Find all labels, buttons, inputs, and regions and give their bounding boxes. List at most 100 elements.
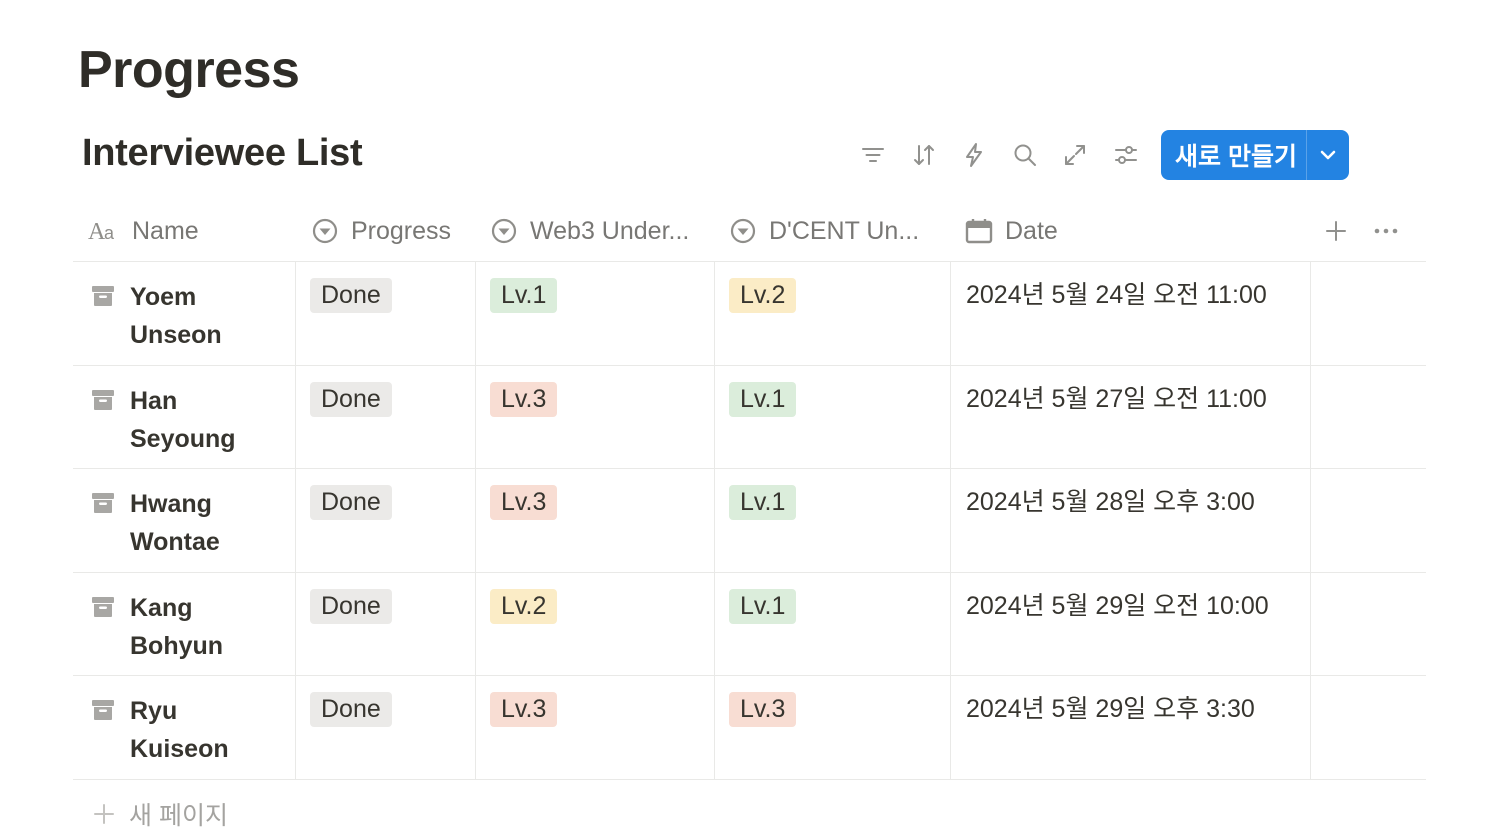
row-name-line: Ryu — [130, 697, 178, 726]
date-value[interactable]: 2024년 5월 29일 오전 10:00 — [966, 589, 1269, 624]
add-column-button[interactable] — [1324, 200, 1360, 262]
dcent-level-tag[interactable]: Lv.1 — [729, 381, 797, 417]
progress-tag[interactable]: Done — [310, 381, 392, 417]
dcent-level-tag[interactable]: Lv.3 — [729, 692, 797, 728]
column-label: Name — [132, 216, 199, 245]
progress-tag[interactable]: Done — [310, 485, 392, 521]
column-divider — [295, 676, 296, 779]
name-cell[interactable]: Ryu Kuiseon — [73, 676, 295, 779]
column-divider — [950, 572, 951, 676]
column-label: Web3 Under... — [530, 216, 690, 245]
database-table: Aa Name Progress Web3 Under... D'CENT Un… — [73, 200, 1426, 780]
column-divider — [714, 469, 715, 572]
chevron-down-icon[interactable] — [1307, 144, 1349, 166]
progress-tag[interactable]: Done — [310, 692, 392, 728]
row-name: Yoem Unseon — [130, 278, 222, 365]
row-name-line: Kang — [130, 593, 193, 622]
date-value[interactable]: 2024년 5월 29일 오후 3:30 — [966, 692, 1255, 727]
search-icon[interactable] — [1004, 134, 1046, 176]
date-value[interactable]: 2024년 5월 27일 오전 11:00 — [966, 382, 1267, 417]
table-row[interactable]: Kang Bohyun Done Lv.2 Lv.1 2024년 5월 29일 … — [73, 572, 1426, 677]
progress-tag[interactable]: Done — [310, 588, 392, 624]
column-divider — [475, 572, 476, 676]
archive-box-icon — [92, 700, 114, 721]
sort-icon[interactable] — [903, 134, 945, 176]
row-name-line: Unseon — [130, 321, 222, 349]
name-cell[interactable]: Yoem Unseon — [73, 262, 295, 365]
row-name: Hwang Wontae — [130, 485, 220, 572]
table-header: Aa Name Progress Web3 Under... D'CENT Un… — [73, 200, 1426, 262]
name-cell[interactable]: Han Seyoung — [73, 366, 295, 469]
column-label: Date — [1005, 216, 1058, 245]
archive-box-icon — [92, 389, 114, 410]
column-divider — [1310, 572, 1311, 676]
column-divider — [950, 676, 951, 779]
new-button[interactable]: 새로 만들기 — [1161, 130, 1349, 180]
web3-level-tag[interactable]: Lv.3 — [490, 692, 558, 728]
web3-level-tag[interactable]: Lv.3 — [490, 381, 558, 417]
web3-level-tag[interactable]: Lv.1 — [490, 278, 558, 313]
web3-level-tag[interactable]: Lv.3 — [490, 485, 558, 521]
row-name: Han Seyoung — [130, 382, 236, 469]
automation-icon[interactable] — [953, 134, 995, 176]
database-toolbar — [852, 130, 1155, 180]
column-divider — [295, 262, 296, 365]
table-row[interactable]: Yoem Unseon Done Lv.1 Lv.2 2024년 5월 24일 … — [73, 262, 1426, 366]
column-divider — [1310, 676, 1311, 779]
row-name-line: Han — [130, 386, 178, 415]
filter-icon[interactable] — [852, 134, 894, 176]
page-title: Progress — [78, 41, 300, 99]
calendar-icon — [965, 219, 993, 244]
plus-icon — [94, 804, 114, 824]
more-horizontal-icon — [1374, 228, 1398, 234]
column-header-date[interactable]: Date — [965, 200, 1058, 262]
web3-level-tag[interactable]: Lv.2 — [490, 588, 558, 624]
row-name-line: Bohyun — [130, 631, 224, 660]
expand-icon[interactable] — [1054, 134, 1096, 176]
column-header-progress[interactable]: Progress — [311, 200, 451, 262]
name-cell[interactable]: Hwang Wontae — [73, 469, 295, 572]
svg-text:a: a — [104, 223, 115, 243]
column-divider — [475, 262, 476, 365]
column-header-name[interactable]: Aa Name — [88, 200, 199, 262]
new-page-button[interactable]: 새 페이지 — [93, 796, 228, 832]
row-name-line: Yoem — [130, 283, 197, 311]
column-header-dcent[interactable]: D'CENT Un... — [729, 200, 919, 262]
column-label: D'CENT Un... — [769, 216, 920, 245]
row-name-line: Wontae — [130, 528, 220, 557]
new-button-label[interactable]: 새로 만들기 — [1161, 137, 1306, 173]
column-divider — [295, 365, 296, 469]
column-divider — [1310, 365, 1311, 469]
name-cell[interactable]: Kang Bohyun — [73, 573, 295, 676]
column-header-web3[interactable]: Web3 Under... — [490, 200, 689, 262]
table-row[interactable]: Hwang Wontae Done Lv.3 Lv.1 2024년 5월 28일… — [73, 469, 1426, 573]
dcent-level-tag[interactable]: Lv.2 — [729, 278, 797, 313]
plus-icon — [1326, 221, 1346, 241]
row-name: Kang Bohyun — [130, 589, 223, 676]
column-divider — [714, 365, 715, 469]
row-name-line: Seyoung — [130, 424, 236, 453]
dcent-level-tag[interactable]: Lv.1 — [729, 485, 797, 521]
table-row[interactable]: Ryu Kuiseon Done Lv.3 Lv.3 2024년 5월 29일 … — [73, 676, 1426, 780]
select-property-icon — [491, 218, 517, 244]
column-divider — [714, 262, 715, 365]
new-page-label: 새 페이지 — [129, 802, 228, 830]
column-divider — [714, 676, 715, 779]
dcent-level-tag[interactable]: Lv.1 — [729, 588, 797, 624]
date-value[interactable]: 2024년 5월 28일 오후 3:00 — [966, 485, 1255, 520]
row-name-line: Kuiseon — [130, 735, 229, 764]
select-property-icon — [312, 218, 338, 244]
row-name-line: Hwang — [130, 490, 212, 519]
column-divider — [475, 365, 476, 469]
progress-tag[interactable]: Done — [310, 278, 392, 313]
column-divider — [295, 469, 296, 572]
date-value[interactable]: 2024년 5월 24일 오전 11:00 — [966, 278, 1267, 313]
database-title[interactable]: Interviewee List — [82, 132, 363, 175]
column-divider — [950, 469, 951, 572]
column-divider — [475, 469, 476, 572]
archive-box-icon — [92, 493, 114, 514]
more-options-button[interactable] — [1373, 200, 1411, 262]
settings-icon[interactable] — [1105, 134, 1147, 176]
table-row[interactable]: Han Seyoung Done Lv.3 Lv.1 2024년 5월 27일 … — [73, 365, 1426, 470]
column-divider — [714, 572, 715, 676]
